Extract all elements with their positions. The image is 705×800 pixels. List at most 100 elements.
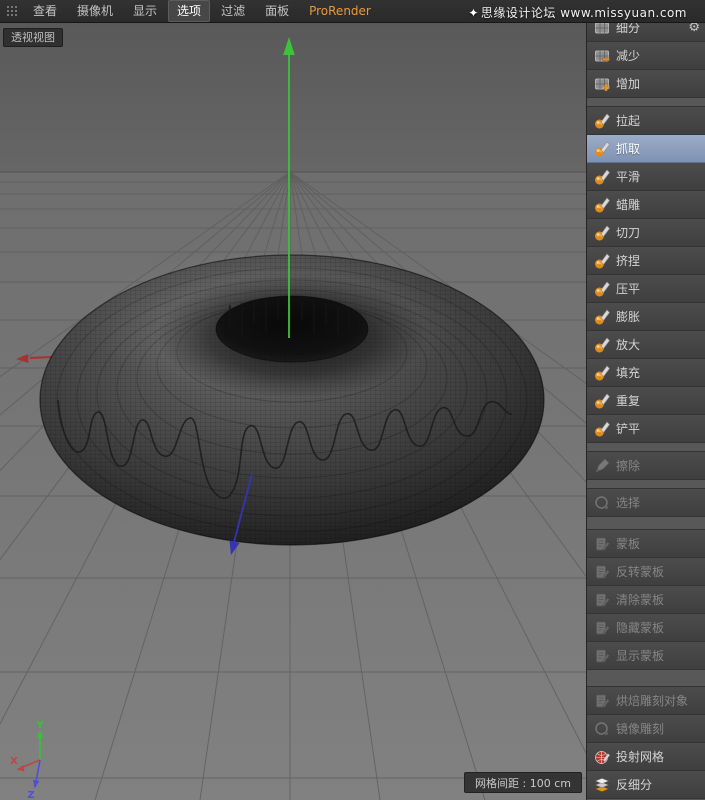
menu-item-display[interactable]: 显示 bbox=[124, 0, 166, 22]
tool-label: 反转蒙板 bbox=[616, 563, 664, 580]
tool-group-brushes: 拉起抓取平滑蜡雕切刀挤捏压平膨胀放大填充重复铲平 bbox=[587, 106, 705, 443]
tool-invert-mask: 反转蒙板 bbox=[587, 558, 705, 586]
tool-bake-sculpt-object: 烘焙雕刻对象 bbox=[587, 687, 705, 715]
tool-label: 拉起 bbox=[616, 112, 640, 129]
tool-label: 隐藏蒙板 bbox=[616, 619, 664, 636]
tool-group-erase: 擦除 bbox=[587, 451, 705, 480]
sparkle-icon: ✦ bbox=[468, 6, 479, 20]
menu-item-camera[interactable]: 摄像机 bbox=[68, 0, 122, 22]
tool-pull[interactable]: 拉起 bbox=[587, 107, 705, 135]
watermark-text: 思缘设计论坛 www.missyuan.com bbox=[481, 6, 687, 20]
gear-icon[interactable]: ⚙ bbox=[688, 22, 700, 35]
tool-group-select: 选择 bbox=[587, 488, 705, 517]
pen-ball-icon bbox=[591, 224, 613, 242]
pen-ball-icon bbox=[591, 196, 613, 214]
pen-ball-icon bbox=[591, 364, 613, 382]
tool-groups: 细分 ⚙ 减少增加拉起抓取平滑蜡雕切刀挤捏压平膨胀放大填充重复铲平擦除选择蒙板反转蒙… bbox=[587, 22, 705, 799]
tool-label: 膨胀 bbox=[616, 308, 640, 325]
tool-label: 放大 bbox=[616, 336, 640, 353]
tool-group-mask: 蒙板反转蒙板清除蒙板隐藏蒙板显示蒙板 bbox=[587, 529, 705, 670]
menu-item-prorender[interactable]: ProRender bbox=[300, 0, 380, 22]
tool-scrape[interactable]: 铲平 bbox=[587, 415, 705, 443]
tool-flatten[interactable]: 压平 bbox=[587, 275, 705, 303]
menu-items: 查看摄像机显示选项过滤面板ProRender bbox=[23, 0, 381, 22]
tool-label: 选择 bbox=[616, 494, 640, 511]
tool-decrease[interactable]: 减少 bbox=[587, 42, 705, 70]
page-icon bbox=[591, 535, 613, 553]
tool-wax[interactable]: 蜡雕 bbox=[587, 191, 705, 219]
grid-minus-icon bbox=[591, 47, 613, 65]
tool-label: 烘焙雕刻对象 bbox=[616, 692, 688, 709]
tool-label: 填充 bbox=[616, 364, 640, 381]
page-icon bbox=[591, 591, 613, 609]
grid-red-icon bbox=[591, 748, 613, 766]
tool-increase[interactable]: 增加 bbox=[587, 70, 705, 98]
tool-label: 蜡雕 bbox=[616, 196, 640, 213]
tool-label: 显示蒙板 bbox=[616, 647, 664, 664]
pen-ball-icon bbox=[591, 336, 613, 354]
gizmo-x-label: X bbox=[10, 756, 18, 767]
tool-mask: 蒙板 bbox=[587, 530, 705, 558]
tool-label: 擦除 bbox=[616, 457, 640, 474]
pen-ball-icon bbox=[591, 420, 613, 438]
tool-grab[interactable]: 抓取 bbox=[587, 135, 705, 163]
pen-ball-icon bbox=[591, 280, 613, 298]
tool-group-subdivision: 细分 ⚙ 减少增加 bbox=[587, 22, 705, 98]
menu-item-options[interactable]: 选项 bbox=[168, 0, 210, 22]
tool-fill[interactable]: 填充 bbox=[587, 359, 705, 387]
tool-label: 减少 bbox=[616, 47, 640, 64]
tool-hide-mask: 隐藏蒙板 bbox=[587, 614, 705, 642]
pen-ball-icon bbox=[591, 168, 613, 186]
tool-amplify[interactable]: 放大 bbox=[587, 331, 705, 359]
pen-icon bbox=[591, 457, 613, 475]
layers-icon bbox=[591, 776, 613, 794]
grid-spacing-status: 网格间距 : 100 cm bbox=[464, 772, 582, 793]
tool-smooth[interactable]: 平滑 bbox=[587, 163, 705, 191]
tool-label: 增加 bbox=[616, 75, 640, 92]
pen-ball-icon bbox=[591, 308, 613, 326]
tool-label: 蒙板 bbox=[616, 535, 640, 552]
pen-ball-icon bbox=[591, 392, 613, 410]
tool-pinch[interactable]: 挤捏 bbox=[587, 247, 705, 275]
sculpt-toolbar: 细分 ⚙ 减少增加拉起抓取平滑蜡雕切刀挤捏压平膨胀放大填充重复铲平擦除选择蒙板反转蒙… bbox=[586, 22, 705, 800]
tool-show-mask: 显示蒙板 bbox=[587, 642, 705, 670]
grid-icon bbox=[591, 22, 613, 37]
tool-label: 投射网格 bbox=[616, 748, 664, 765]
tool-desubdivide[interactable]: 反细分 bbox=[587, 771, 705, 799]
tool-label: 反细分 bbox=[616, 776, 652, 793]
menu-item-panel[interactable]: 面板 bbox=[256, 0, 298, 22]
tool-label: 压平 bbox=[616, 280, 640, 297]
tool-knife[interactable]: 切刀 bbox=[587, 219, 705, 247]
tool-repeat[interactable]: 重复 bbox=[587, 387, 705, 415]
viewport-canvas[interactable]: Y X Z bbox=[0, 22, 586, 800]
tool-erase: 擦除 bbox=[587, 452, 705, 480]
tool-subdivide[interactable]: 细分 ⚙ bbox=[587, 22, 705, 42]
grid-plus-icon bbox=[591, 75, 613, 93]
tool-inflate[interactable]: 膨胀 bbox=[587, 303, 705, 331]
menu-item-view[interactable]: 查看 bbox=[24, 0, 66, 22]
view-label[interactable]: 透视视图 bbox=[3, 28, 63, 47]
circle-icon bbox=[591, 720, 613, 738]
page-icon bbox=[591, 692, 613, 710]
menu-item-filter[interactable]: 过滤 bbox=[212, 0, 254, 22]
tool-mirror-sculpt: 镜像雕刻 bbox=[587, 715, 705, 743]
tool-label: 镜像雕刻 bbox=[616, 720, 664, 737]
tool-label: 细分 bbox=[616, 22, 640, 36]
sky-background bbox=[0, 22, 586, 172]
tool-label: 铲平 bbox=[616, 420, 640, 437]
viewport[interactable]: 透视视图 bbox=[0, 22, 586, 800]
tool-label: 挤捏 bbox=[616, 252, 640, 269]
page-icon bbox=[591, 647, 613, 665]
page-icon bbox=[591, 619, 613, 637]
pen-ball-icon bbox=[591, 252, 613, 270]
tool-project-mesh[interactable]: 投射网格 bbox=[587, 743, 705, 771]
tool-label: 平滑 bbox=[616, 168, 640, 185]
tool-label: 重复 bbox=[616, 392, 640, 409]
tool-label: 切刀 bbox=[616, 224, 640, 241]
pen-ball-icon bbox=[591, 140, 613, 158]
gizmo-z-label: Z bbox=[27, 790, 34, 800]
tool-group-utility: 烘焙雕刻对象镜像雕刻投射网格反细分 bbox=[587, 686, 705, 799]
tool-select: 选择 bbox=[587, 489, 705, 517]
page-icon bbox=[591, 563, 613, 581]
grip-dots-icon[interactable] bbox=[4, 4, 20, 18]
